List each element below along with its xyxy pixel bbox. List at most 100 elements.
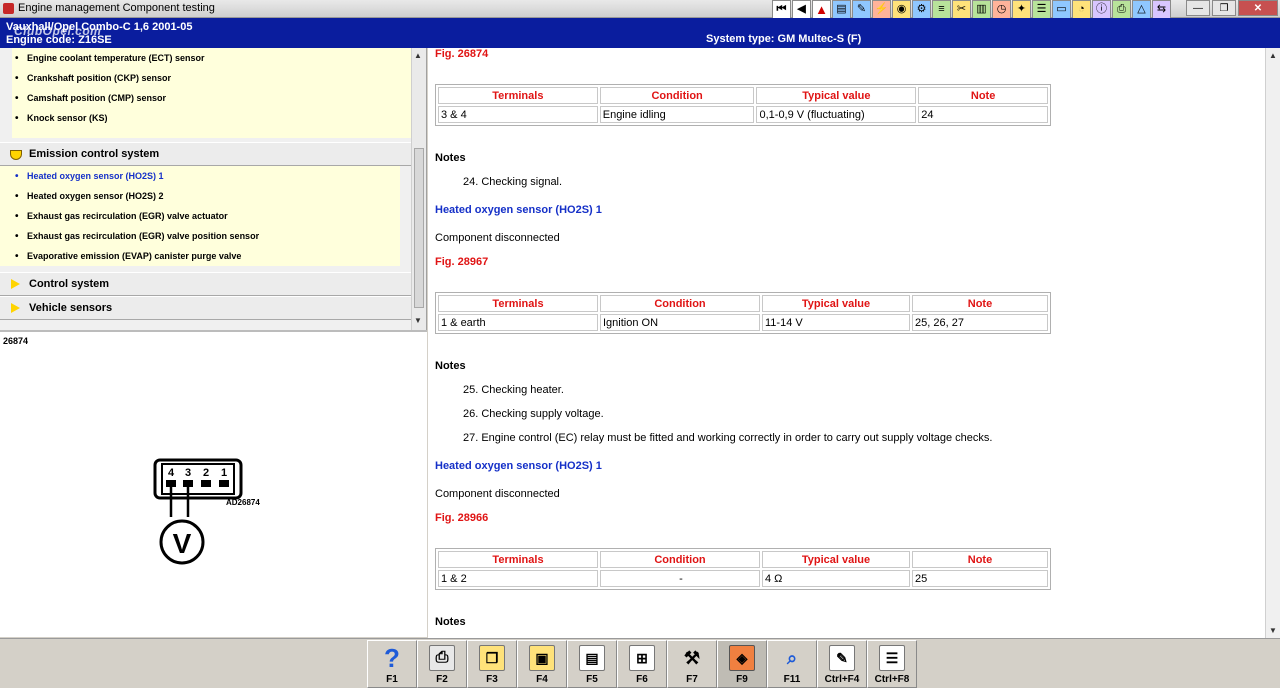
emission-item-list: • Heated oxygen sensor (HO2S) 1 • Heated o… (0, 166, 400, 266)
clock-icon[interactable]: ◷ (992, 0, 1011, 19)
scroll-thumb[interactable] (414, 148, 424, 308)
tree-item[interactable]: • Engine coolant temperature (ECT) sensor (12, 48, 412, 68)
scroll-down-icon[interactable]: ▼ (414, 316, 422, 325)
f4-images-button[interactable]: ▣ F4 (517, 640, 567, 688)
component-icon[interactable]: ✦ (1012, 0, 1031, 19)
title-bar: Engine management Component testing ⏮ ◀ … (0, 0, 1280, 19)
warning-icon[interactable]: ▲ (812, 0, 831, 19)
f11-search-button[interactable]: ⌕ F11 (767, 640, 817, 688)
f6-diagram-button[interactable]: ⊞ F6 (617, 640, 667, 688)
table-header-row: Terminals Condition Typical value Note (438, 551, 1048, 568)
f7-tools-button[interactable]: ⚒ F7 (667, 640, 717, 688)
window-controls: — ❐ ✕ (1186, 0, 1278, 16)
battery-icon[interactable]: ▭ (1052, 0, 1071, 19)
list-icon[interactable]: ☰ (1032, 0, 1051, 19)
info-icon[interactable]: ⓘ (1092, 0, 1111, 19)
tree-item[interactable]: • Evaporative emission (EVAP) canister pu… (0, 246, 400, 266)
component-icon: ◈ (729, 645, 755, 671)
pin (219, 480, 229, 487)
section-heading: Heated oxygen sensor (HO2S) 1 (435, 204, 602, 216)
tree-scrollbar[interactable]: ▲ ▼ (411, 48, 426, 330)
notes-label: Notes (435, 360, 466, 372)
component-state: Component disconnected (435, 488, 560, 500)
column-header: Terminals (438, 87, 598, 104)
table-row: 3 & 4 Engine idling 0,1-0,9 V (fluctuati… (438, 106, 1048, 123)
ctrl-f8-list-button[interactable]: ☰ Ctrl+F8 (867, 640, 917, 688)
table-cell: Ignition ON (600, 314, 760, 331)
fuel-icon[interactable]: ▥ (972, 0, 991, 19)
tools-icon[interactable]: ✂ (952, 0, 971, 19)
f1-help-button[interactable]: ? F1 (367, 640, 417, 688)
table-row: 1 & earth Ignition ON 11-14 V 25, 26, 27 (438, 314, 1048, 331)
tree-item[interactable]: • Camshaft position (CMP) sensor (12, 88, 412, 108)
drawing-label: AD26874 (226, 498, 260, 507)
printer-icon[interactable]: ⎙ (1112, 0, 1131, 19)
chart-icon[interactable]: ≡ (932, 0, 951, 19)
section-heading: Heated oxygen sensor (HO2S) 1 (435, 460, 602, 472)
table-cell: 24 (918, 106, 1048, 123)
tree-item[interactable]: • Knock sensor (KS) (12, 108, 412, 128)
lamp-icon[interactable]: △ (1132, 0, 1151, 19)
search-icon: ⌕ (786, 647, 798, 668)
scroll-down-icon[interactable]: ▼ (1269, 626, 1277, 635)
pin-label: 2 (203, 467, 209, 479)
column-header: Condition (599, 87, 755, 104)
scroll-up-icon[interactable]: ▲ (414, 51, 422, 60)
first-icon[interactable]: ⏮ (772, 0, 791, 19)
tree-item[interactable]: • Heated oxygen sensor (HO2S) 2 (0, 186, 400, 206)
f5-page-button[interactable]: ▤ F5 (567, 640, 617, 688)
figure-ref[interactable]: Fig. 26874 (435, 48, 488, 60)
column-header: Note (912, 295, 1048, 312)
tree-item[interactable]: • Crankshaft position (CKP) sensor (12, 68, 412, 88)
figure-ref[interactable]: Fig. 28967 (435, 256, 488, 268)
document-icon[interactable]: ▤ (832, 0, 851, 19)
figure-id: 26874 (3, 336, 29, 346)
sensor-icon[interactable]: ◉ (892, 0, 911, 19)
f2-print-button[interactable]: ⎙ F2 (417, 640, 467, 688)
page-icon: ▤ (579, 645, 605, 671)
images-icon: ▣ (529, 645, 555, 671)
figure-ref[interactable]: Fig. 28966 (435, 512, 488, 524)
group-vehicle-sensors[interactable]: Vehicle sensors (0, 296, 426, 320)
table-cell: - (600, 570, 760, 587)
column-header: Note (918, 87, 1048, 104)
column-header: Condition (600, 551, 760, 568)
settings-icon[interactable]: ✎ (852, 0, 871, 19)
column-header: Typical value (756, 87, 917, 104)
f3-copy-button[interactable]: ❐ F3 (467, 640, 517, 688)
tree-item-selected[interactable]: • Heated oxygen sensor (HO2S) 1 (0, 166, 400, 186)
group-control-system[interactable]: Control system (0, 272, 426, 296)
spec-table: Terminals Condition Typical value Note 3… (435, 84, 1051, 126)
group-emission-control[interactable]: Emission control system (0, 142, 426, 166)
vehicle-header: Vauxhall/Opel Combo-C 1,6 2001-05 Engine… (0, 18, 1280, 48)
engine-sensor-list: • Engine coolant temperature (ECT) sensor… (12, 48, 412, 138)
ctrl-f4-notes-button[interactable]: ✎ Ctrl+F4 (817, 640, 867, 688)
link-icon[interactable]: ⇆ (1152, 0, 1171, 19)
scroll-up-icon[interactable]: ▲ (1269, 51, 1277, 60)
app-window: Engine management Component testing ⏮ ◀ … (0, 0, 1280, 688)
f9-component-button[interactable]: ◈ F9 (717, 640, 767, 688)
minimize-icon[interactable]: — (1186, 0, 1210, 16)
pin-label: 4 (168, 467, 175, 479)
column-header: Note (912, 551, 1048, 568)
meter-icon[interactable]: ◔ (1072, 0, 1091, 19)
wiring-icon[interactable]: ⚡ (872, 0, 891, 19)
print-icon: ⎙ (429, 645, 455, 671)
column-header: Terminals (438, 551, 598, 568)
table-cell: 3 & 4 (438, 106, 598, 123)
restore-icon[interactable]: ❐ (1212, 0, 1236, 16)
watermark: ClubOpel.com (14, 24, 102, 38)
prev-icon[interactable]: ◀ (792, 0, 811, 19)
spec-table: Terminals Condition Typical value Note 1… (435, 548, 1051, 590)
tree-item[interactable]: • Exhaust gas recirculation (EGR) valve a… (0, 206, 400, 226)
figure-panel: 26874 4 3 2 1 V AD26874 (0, 330, 427, 637)
close-icon[interactable]: ✕ (1238, 0, 1278, 16)
window-title: Engine management Component testing (18, 2, 215, 14)
list-icon: ☰ (879, 645, 905, 671)
table-cell: Engine idling (599, 106, 755, 123)
note-line: 25. Checking heater. (463, 384, 564, 396)
gear-icon[interactable]: ⚙ (912, 0, 931, 19)
tree-item[interactable]: • Exhaust gas recirculation (EGR) valve p… (0, 226, 400, 246)
content-scrollbar[interactable]: ▲ ▼ (1265, 48, 1280, 638)
table-cell: 1 & earth (438, 314, 598, 331)
